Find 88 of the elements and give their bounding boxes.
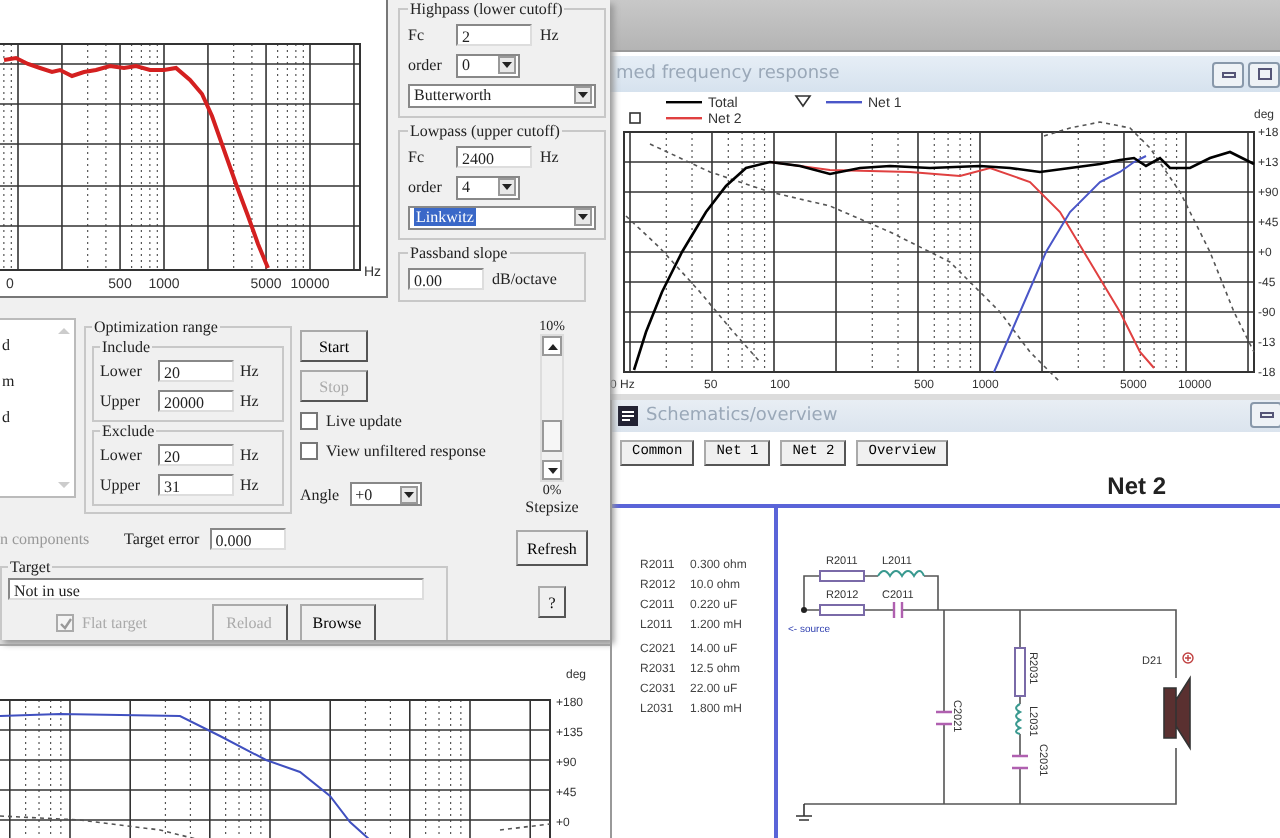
unit-label: Hz <box>240 362 259 380</box>
field-label: Fc <box>408 26 426 44</box>
inductor-symbol <box>877 570 925 577</box>
frequency-field[interactable]: 31 <box>158 474 234 496</box>
field-label: Upper <box>100 392 142 410</box>
checkbox-label: View unfiltered response <box>326 442 486 460</box>
checkbox-label: Live update <box>326 412 402 430</box>
order-dropdown[interactable]: 0 <box>456 53 520 77</box>
square-marker-icon <box>629 112 641 124</box>
scrollbar-icon <box>58 326 70 490</box>
checkmark-icon <box>59 617 71 629</box>
filter-type-dropdown[interactable]: Butterworth <box>408 83 596 107</box>
capacitor-symbol <box>892 600 904 620</box>
target-error-field[interactable]: 0.000 <box>209 527 286 549</box>
list-item[interactable]: m <box>2 372 74 390</box>
field-label: order <box>408 178 444 196</box>
polarity-icon <box>1182 652 1194 664</box>
resistor-symbol <box>819 604 865 616</box>
unit-label: Hz <box>240 392 259 410</box>
stepsize-label: Stepsize <box>525 498 579 516</box>
cutoff-field[interactable]: 2400 <box>456 146 532 168</box>
field-label: order <box>408 56 444 74</box>
browse-button[interactable]: Browse <box>299 604 376 640</box>
resistor-symbol <box>1014 647 1026 697</box>
checkbox[interactable] <box>300 442 318 460</box>
filter-type-dropdown[interactable]: Linkwitz <box>408 205 596 229</box>
start-button[interactable]: Start <box>300 330 368 362</box>
ground-icon <box>795 803 813 821</box>
field-label: Fc <box>408 148 426 166</box>
refresh-button[interactable]: Refresh <box>516 530 588 566</box>
resistor-symbol <box>819 570 865 582</box>
components-label: n components <box>0 529 92 547</box>
terminal-dot <box>801 607 807 613</box>
window-title: med frequency response <box>616 64 840 84</box>
triangle-marker-icon <box>794 95 812 108</box>
target-field[interactable]: Not in use <box>8 578 424 600</box>
unit-label: dB/octave <box>492 270 557 288</box>
group-title: Lowpass (upper cutoff) <box>408 122 562 140</box>
up-arrow-icon <box>547 343 557 349</box>
group-title: Highpass (lower cutoff) <box>408 0 565 18</box>
unit-label: Hz <box>540 148 559 166</box>
group-title: Target <box>8 558 53 576</box>
list-item[interactable]: d <box>2 408 74 426</box>
minimize-icon <box>1221 71 1235 77</box>
order-dropdown[interactable]: 4 <box>456 175 520 199</box>
caret-icon <box>502 62 512 68</box>
minimize-button[interactable] <box>1212 61 1244 87</box>
checkbox[interactable] <box>300 412 318 430</box>
net-heading: Net 2 <box>1105 470 1168 504</box>
frequency-field[interactable]: 20 <box>158 444 234 466</box>
group-title: Exclude <box>100 422 157 440</box>
group-title: Include <box>100 338 152 356</box>
list-item[interactable]: d <box>2 336 74 354</box>
unit-label: Hz <box>240 446 259 464</box>
field-label: Lower <box>100 446 144 464</box>
field-label: Upper <box>100 476 142 494</box>
caret-icon <box>403 491 414 497</box>
minimize-icon <box>1259 412 1273 419</box>
frequency-field[interactable]: 20 <box>158 360 234 382</box>
phase-curve <box>499 823 551 831</box>
help-button[interactable]: ? <box>538 586 566 618</box>
unit-label: Hz <box>240 476 259 494</box>
down-arrow-icon <box>547 467 557 473</box>
capacitor-symbol <box>934 710 954 726</box>
slope-field[interactable]: 0.00 <box>408 268 484 290</box>
caret-icon <box>578 214 588 220</box>
field-label: Angle <box>300 485 340 503</box>
maximize-button[interactable] <box>1248 61 1280 87</box>
inductor-symbol <box>1015 703 1021 735</box>
slider-thumb[interactable] <box>542 420 562 453</box>
maximize-icon <box>1257 68 1271 80</box>
field-label: Target error <box>124 529 200 547</box>
window-title: Schematics/overview <box>646 405 838 426</box>
caret-icon <box>578 92 588 98</box>
stepsize-slider[interactable] <box>540 334 564 482</box>
group-title: Passband slope <box>408 244 510 262</box>
checkbox-label: Flat target <box>82 614 148 632</box>
cutoff-field[interactable]: 2 <box>456 24 532 46</box>
group-title: Optimization range <box>92 318 220 336</box>
angle-dropdown[interactable]: +0 <box>349 482 422 506</box>
app-icon <box>618 405 638 426</box>
capacitor-symbol <box>1010 754 1030 770</box>
speaker-icon <box>1163 675 1191 751</box>
unit-label: Hz <box>540 26 559 44</box>
frequency-field[interactable]: 20000 <box>158 390 234 412</box>
field-label: Lower <box>100 362 144 380</box>
minimize-button[interactable] <box>1250 402 1280 429</box>
caret-icon <box>502 184 512 190</box>
